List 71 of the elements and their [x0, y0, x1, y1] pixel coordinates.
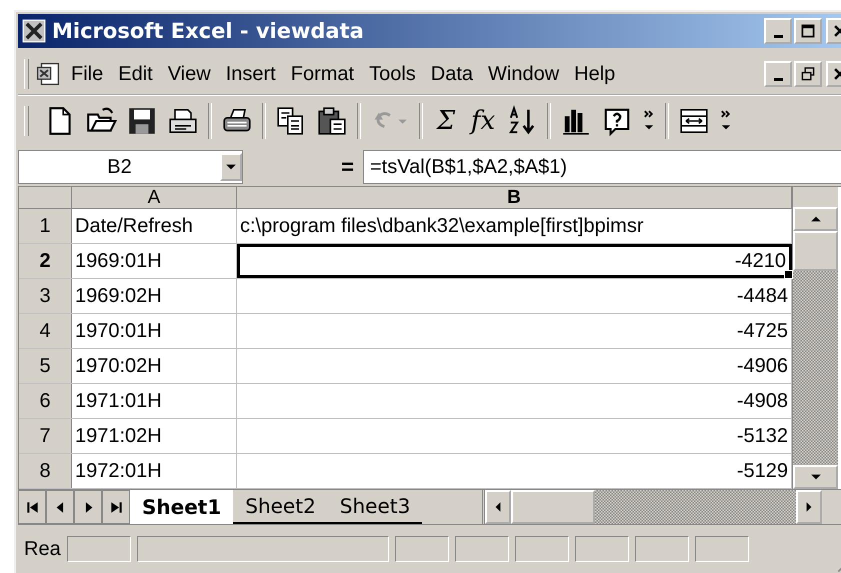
table-cell: -4210 — [237, 244, 792, 278]
maximize-button[interactable] — [794, 18, 822, 44]
scroll-right-button[interactable] — [796, 490, 822, 524]
formula-field[interactable]: =tsVal(B$1,$A2,$A$1) — [363, 150, 841, 184]
row-header[interactable]: 4 — [19, 314, 72, 348]
minimize-button[interactable] — [764, 18, 792, 44]
table-cell: 1970:02H — [72, 349, 237, 383]
previous-sheet-button[interactable] — [46, 490, 74, 524]
status-pane — [694, 536, 749, 562]
minimize-icon — [774, 78, 782, 80]
maximize-icon — [801, 24, 815, 38]
table-cell: 1969:02H — [72, 279, 237, 313]
status-pane — [394, 536, 449, 562]
save-icon[interactable] — [126, 105, 158, 137]
restore-button[interactable] — [794, 61, 822, 87]
menu-item[interactable]: File — [71, 62, 104, 86]
menu-item[interactable]: Help — [574, 62, 616, 86]
minimize-icon — [774, 34, 782, 38]
name-box[interactable]: B2 — [18, 150, 243, 184]
table-cell: 1972:01H — [72, 454, 237, 488]
status-pane — [634, 536, 689, 562]
first-icon — [26, 500, 38, 514]
scroll-up-button[interactable] — [793, 207, 838, 231]
table-cell: 1970:01H — [72, 314, 237, 348]
column-header[interactable]: B — [237, 187, 792, 208]
row-header[interactable]: 2 — [19, 244, 72, 278]
status-pane — [454, 536, 509, 562]
status-pane — [66, 536, 131, 562]
fill-handle[interactable] — [784, 270, 793, 279]
restore-icon — [801, 67, 815, 81]
scroll-down-button[interactable] — [793, 465, 838, 489]
last-sheet-button[interactable] — [102, 490, 130, 524]
first-sheet-button[interactable] — [18, 490, 46, 524]
equals-button[interactable]: = — [245, 153, 361, 181]
horizontal-scrollbar[interactable] — [482, 490, 822, 524]
paste-icon[interactable] — [316, 105, 348, 137]
scroll-thumb[interactable] — [793, 231, 838, 271]
status-text: Rea — [24, 538, 61, 560]
window-title: Microsoft Excel - viewdata — [52, 19, 365, 43]
row-header[interactable]: 3 — [19, 279, 72, 313]
dropdown-button[interactable] — [220, 153, 242, 181]
column-header[interactable]: A — [72, 187, 237, 208]
table-cell: 1971:01H — [72, 384, 237, 418]
menu-item[interactable]: Format — [290, 62, 354, 86]
table-cell: 1971:02H — [72, 419, 237, 453]
status-pane — [574, 536, 629, 562]
workbook-icon[interactable] — [35, 61, 61, 87]
sheet-tab[interactable]: Sheet1 — [130, 490, 234, 524]
table-cell: 1969:01H — [72, 244, 237, 278]
menu-item[interactable]: Tools — [369, 62, 416, 86]
scroll-left-button[interactable] — [485, 490, 512, 524]
minimize-button[interactable] — [764, 61, 792, 87]
menu-item[interactable]: View — [168, 62, 211, 86]
toolbar-button[interactable]: fx — [469, 106, 497, 136]
status-pane — [514, 536, 569, 562]
row-header[interactable]: 5 — [19, 349, 72, 383]
scroll-thumb[interactable] — [511, 490, 596, 524]
row-header[interactable]: 8 — [19, 454, 72, 488]
toolbar-button[interactable]: Σ — [432, 106, 460, 136]
vertical-scrollbar[interactable] — [792, 187, 838, 489]
last-icon — [110, 500, 122, 514]
table-cell: Date/Refresh — [72, 209, 237, 243]
row-header[interactable]: 7 — [19, 419, 72, 453]
row-header[interactable]: 1 — [19, 209, 72, 243]
menu-item[interactable]: Edit — [118, 62, 153, 86]
next-sheet-button[interactable] — [74, 490, 102, 524]
menu-item[interactable]: Data — [430, 62, 474, 86]
excel-icon — [22, 19, 46, 43]
menu-item[interactable]: Insert — [226, 62, 276, 86]
menu-item[interactable]: Window — [488, 62, 560, 86]
row-header[interactable]: 6 — [19, 384, 72, 418]
